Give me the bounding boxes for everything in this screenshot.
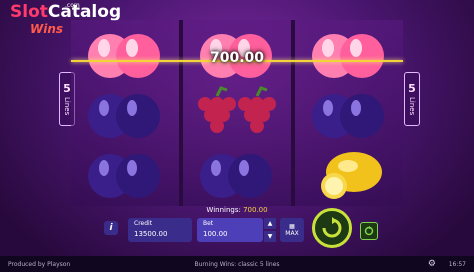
- footer-bar: Produced by Playson Burning Wins: classi…: [0, 256, 474, 272]
- info-button[interactable]: i: [104, 221, 118, 235]
- chevron-up-icon: ▲: [267, 220, 273, 227]
- symbol-grapes: [183, 84, 291, 144]
- spin-button[interactable]: [312, 208, 352, 248]
- symbol-plum: [71, 144, 179, 204]
- bet-display: Bet 100.00: [197, 218, 263, 242]
- gear-icon[interactable]: ⚙: [428, 259, 436, 269]
- reel-2: [183, 20, 291, 206]
- bet-decrease-button[interactable]: ▼: [264, 231, 276, 242]
- symbol-plum: [295, 84, 403, 144]
- win-amount-popup: 700.00: [210, 50, 265, 66]
- symbol-plum-glow: [71, 24, 179, 84]
- symbol-plum-glow: [295, 24, 403, 84]
- chevron-down-icon: ▼: [267, 233, 273, 240]
- reel-1: [71, 20, 179, 206]
- autoplay-button[interactable]: [360, 222, 378, 240]
- symbol-plum: [183, 144, 291, 204]
- game-title: Burning Wins: classic 5 lines: [194, 261, 280, 268]
- reel-3: [295, 20, 403, 206]
- spin-icon: [322, 217, 342, 238]
- symbol-plum: [71, 84, 179, 144]
- logo-game-word: Wins: [30, 22, 64, 36]
- game-stage: SlotCatalog .com Wins 5 Lines 5 Lines 70…: [0, 0, 474, 272]
- coins-icon: ▦: [289, 223, 295, 230]
- clock-time: 16:57: [448, 261, 466, 268]
- lines-indicator-right: 5 Lines: [404, 72, 420, 126]
- autoplay-icon: [364, 226, 374, 236]
- reel-area: [71, 20, 403, 206]
- winnings-readout: Winnings: 700.00: [206, 206, 268, 214]
- logo-domain: .com: [65, 2, 80, 9]
- max-bet-button[interactable]: ▦ MAX: [280, 218, 304, 242]
- symbol-lemon: [295, 144, 403, 204]
- credit-display: Credit 13500.00: [128, 218, 192, 242]
- bet-increase-button[interactable]: ▲: [264, 218, 276, 229]
